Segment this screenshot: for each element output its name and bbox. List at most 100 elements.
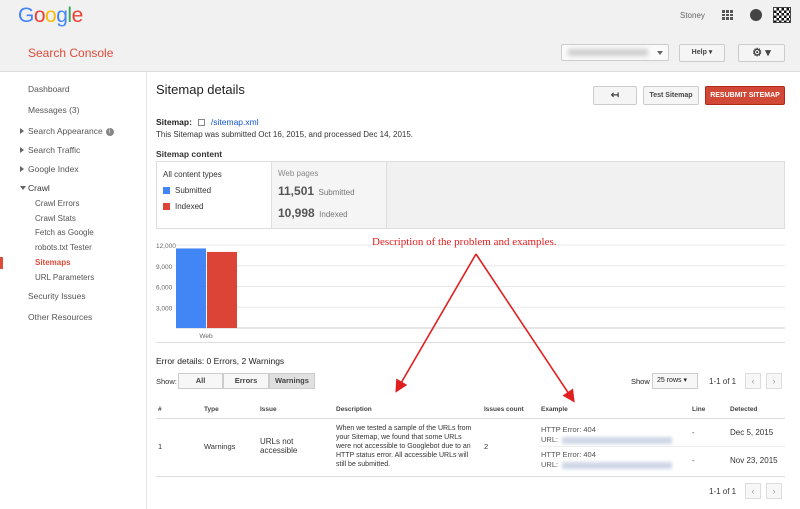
sidebar-item-security-issues[interactable]: Security Issues bbox=[28, 291, 86, 301]
column-header[interactable]: Line bbox=[690, 402, 728, 419]
example-error: HTTP Error: 404 bbox=[541, 425, 596, 434]
sidebar-item-label: Search Appearance bbox=[28, 126, 103, 136]
next-page-button[interactable]: › bbox=[766, 373, 782, 389]
expand-icon bbox=[20, 147, 24, 153]
next-page-button-bottom[interactable]: › bbox=[766, 483, 782, 499]
sidebar-item-url-parameters[interactable]: URL Parameters bbox=[35, 273, 94, 282]
sidebar-item-sitemaps[interactable]: Sitemaps bbox=[35, 258, 71, 267]
expand-icon bbox=[20, 128, 24, 134]
sidebar-item-crawl-errors[interactable]: Crawl Errors bbox=[35, 199, 79, 208]
indexed-stat: 10,998 Indexed bbox=[278, 206, 348, 220]
example-line: - bbox=[692, 427, 695, 437]
show-filter-label: Show: bbox=[156, 377, 177, 386]
prev-page-button[interactable]: ‹ bbox=[745, 373, 761, 389]
legend-swatch bbox=[163, 187, 170, 195]
sidebar-item-google-index[interactable]: Google Index bbox=[20, 164, 79, 174]
sitemap-chart: 12,000 9,000 6,000 3,000 Web bbox=[156, 235, 785, 343]
filter-warnings-button[interactable]: Warnings bbox=[269, 373, 315, 389]
resubmit-sitemap-button[interactable]: RESUBMIT SITEMAP bbox=[705, 86, 785, 105]
column-header[interactable]: Description bbox=[334, 402, 482, 419]
y-tick-label: 3,000 bbox=[156, 305, 173, 312]
sitemap-content-panel: All content types Submitted Indexed Web … bbox=[156, 161, 785, 229]
sidebar-item-search-appearance[interactable]: Search Appearance i bbox=[20, 126, 114, 136]
user-name[interactable]: Stoney bbox=[680, 11, 705, 20]
prev-page-button-bottom[interactable]: ‹ bbox=[745, 483, 761, 499]
gear-icon: ⚙ bbox=[752, 47, 763, 59]
page-title: Sitemap details bbox=[156, 82, 245, 97]
bar-submitted bbox=[176, 248, 206, 328]
indexed-count: 10,998 bbox=[278, 206, 315, 220]
web-pages-label: Web pages bbox=[278, 169, 319, 178]
column-header[interactable]: Detected bbox=[728, 402, 785, 419]
submitted-word: Submitted bbox=[318, 188, 355, 197]
y-tick-label: 6,000 bbox=[156, 285, 173, 292]
property-selector[interactable] bbox=[561, 44, 669, 61]
row-description: When we tested a sample of the URLs from… bbox=[336, 424, 472, 468]
rows-label: Show bbox=[631, 377, 650, 386]
y-tick-label: 9,000 bbox=[156, 264, 173, 271]
bar-chart: 12,000 9,000 6,000 3,000 Web bbox=[156, 243, 785, 340]
example-url-link[interactable] bbox=[562, 461, 673, 469]
help-button[interactable]: Help ▾ bbox=[679, 44, 725, 62]
bar-indexed bbox=[207, 251, 237, 328]
sidebar-item-search-traffic[interactable]: Search Traffic bbox=[20, 145, 81, 155]
apps-grid-icon[interactable] bbox=[722, 10, 733, 20]
filter-errors-button[interactable]: Errors bbox=[223, 373, 269, 389]
column-header[interactable]: Type bbox=[202, 402, 258, 419]
pagination-text-bottom: 1-1 of 1 bbox=[709, 487, 737, 496]
test-sitemap-button[interactable]: Test Sitemap bbox=[643, 86, 699, 105]
sidebar-item-messages[interactable]: Messages (3) bbox=[28, 105, 80, 115]
column-header[interactable]: # bbox=[156, 402, 202, 419]
help-label: Help bbox=[691, 49, 707, 56]
sidebar-item-robots-tester[interactable]: robots.txt Tester bbox=[35, 243, 92, 252]
expand-icon bbox=[20, 166, 24, 172]
example-url-line: URL: bbox=[541, 435, 688, 445]
sidebar-item-dashboard[interactable]: Dashboard bbox=[28, 84, 70, 94]
example-cell: HTTP Error: 404 URL: bbox=[539, 418, 690, 446]
legend-swatch bbox=[163, 203, 170, 211]
content-type-card-web[interactable]: Web pages 11,501 Submitted 10,998 Indexe… bbox=[272, 162, 387, 228]
content-type-label: All content types bbox=[163, 170, 222, 179]
rows-per-page-select[interactable]: 25 rows ▾ bbox=[652, 373, 698, 389]
example-line: - bbox=[690, 445, 728, 474]
y-tick-label: 12,000 bbox=[156, 243, 176, 250]
example-url-link[interactable] bbox=[562, 436, 673, 444]
legend-label: Submitted bbox=[175, 186, 212, 195]
sidebar-item-crawl-stats[interactable]: Crawl Stats bbox=[35, 214, 76, 223]
table-header-row: # Type Issue Description Issues count Ex… bbox=[156, 402, 785, 419]
legend-label: Indexed bbox=[175, 202, 204, 211]
table-row: 1 Warnings URLs not accessible When we t… bbox=[156, 418, 785, 468]
sidebar-item-label: Crawl bbox=[28, 183, 50, 193]
sidebar-item-label: Search Traffic bbox=[28, 145, 81, 155]
google-logo[interactable]: Google bbox=[18, 4, 83, 28]
avatar[interactable] bbox=[773, 7, 791, 23]
column-header[interactable]: Issues count bbox=[482, 402, 539, 419]
x-tick-label: Web bbox=[199, 333, 213, 340]
sidebar-item-fetch-as-google[interactable]: Fetch as Google bbox=[35, 228, 94, 237]
column-header[interactable]: Example bbox=[539, 402, 690, 419]
annotation-text: Description of the problem and examples. bbox=[372, 236, 557, 248]
external-link-icon[interactable] bbox=[197, 119, 205, 127]
error-table: # Type Issue Description Issues count Ex… bbox=[156, 402, 785, 474]
column-header[interactable]: Issue bbox=[258, 402, 334, 419]
sidebar-item-crawl[interactable]: Crawl bbox=[20, 183, 50, 193]
example-url-label: URL: bbox=[541, 460, 559, 470]
example-cell: HTTP Error: 404 URL: bbox=[539, 445, 690, 474]
sitemap-label: Sitemap: bbox=[156, 117, 192, 127]
example-url-line: URL: bbox=[541, 460, 688, 470]
back-button[interactable]: ↤ bbox=[593, 86, 637, 105]
sitemap-link[interactable]: /sitemap.xml bbox=[211, 117, 259, 127]
filter-all-button[interactable]: All bbox=[178, 373, 223, 389]
top-bar: Google Stoney bbox=[0, 0, 800, 32]
indexed-word: Indexed bbox=[319, 210, 348, 219]
product-name[interactable]: Search Console bbox=[28, 46, 113, 60]
settings-button[interactable]: ⚙ ▾ bbox=[738, 44, 785, 62]
info-icon[interactable]: i bbox=[105, 127, 114, 136]
row-number: 1 bbox=[158, 441, 163, 451]
notifications-icon[interactable] bbox=[750, 9, 762, 21]
legend-indexed: Indexed bbox=[163, 202, 203, 211]
example-error: HTTP Error: 404 bbox=[541, 450, 596, 460]
sidebar-item-other-resources[interactable]: Other Resources bbox=[28, 312, 92, 322]
row-type: Warnings bbox=[204, 441, 236, 451]
content-type-card-all[interactable]: All content types Submitted Indexed bbox=[157, 162, 272, 228]
